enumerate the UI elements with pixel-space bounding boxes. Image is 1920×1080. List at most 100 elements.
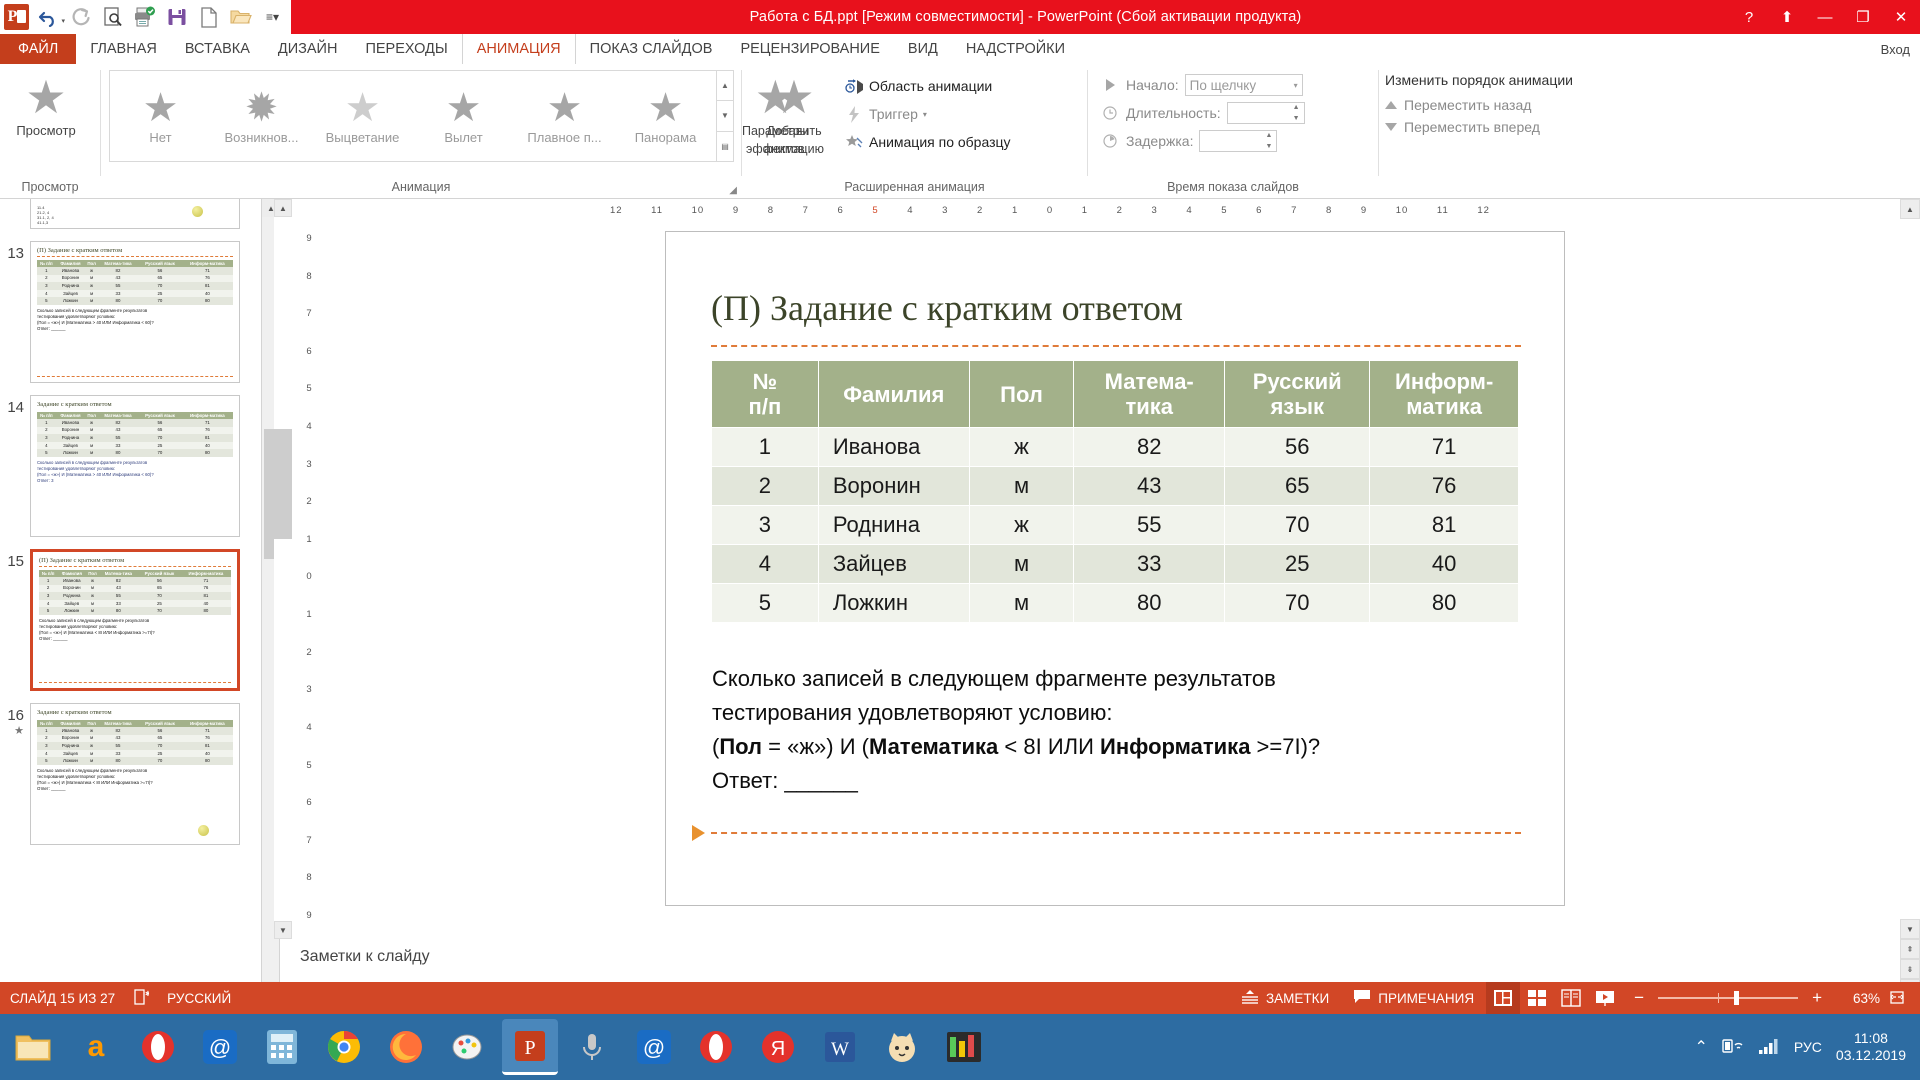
view-reading-button[interactable] bbox=[1554, 982, 1588, 1014]
language-indicator[interactable]: РУССКИЙ bbox=[167, 991, 231, 1006]
system-tray[interactable]: ⌃ РУС 11:08 03.12.2019 bbox=[1694, 1030, 1920, 1064]
chrome-icon[interactable] bbox=[316, 1019, 372, 1075]
print-icon[interactable] bbox=[132, 4, 157, 30]
preview-button[interactable]: ★ Просмотр bbox=[0, 68, 92, 138]
help-button[interactable]: ? bbox=[1730, 0, 1768, 34]
firefox-icon[interactable] bbox=[378, 1019, 434, 1075]
gallery-scroll-up[interactable]: ▲ bbox=[717, 71, 733, 102]
zoom-slider[interactable]: − + bbox=[1622, 988, 1834, 1008]
list-item[interactable]: 13 (П) Задание с кратким ответом № п/п Ф… bbox=[0, 235, 279, 389]
close-button[interactable]: ✕ bbox=[1882, 0, 1920, 34]
scroll-up-button[interactable]: ▲ bbox=[1900, 199, 1920, 219]
duration-field-row[interactable]: Длительность: ▲ ▼ bbox=[1096, 99, 1309, 127]
animation-play-triangle-icon[interactable] bbox=[692, 825, 705, 841]
animation-dialog-launcher[interactable]: ◢ bbox=[729, 185, 737, 196]
tab-review[interactable]: РЕЦЕНЗИРОВАНИЕ bbox=[726, 34, 893, 64]
gallery-scroll-down[interactable]: ▼ bbox=[717, 101, 733, 132]
main-scrollbar[interactable]: ▲ ▼ ⇞ ⇟ ▫ bbox=[1900, 199, 1920, 999]
list-item[interactable]: 11.4 21.2, 4 31.1, 2, 4 41.1,3 bbox=[0, 199, 279, 235]
tab-animations[interactable]: АНИМАЦИЯ bbox=[461, 34, 576, 64]
gallery-scrollbar[interactable]: ▲ ▼ ▤ bbox=[716, 71, 733, 161]
tab-design[interactable]: ДИЗАЙН bbox=[264, 34, 352, 64]
slide-thumbnail-15[interactable]: (П) Задание с кратким ответом № п/п Фамил… bbox=[30, 549, 240, 691]
move-later-button[interactable]: Переместить вперед bbox=[1379, 116, 1609, 138]
animation-appear[interactable]: ✹ Возникнов... bbox=[211, 71, 312, 161]
start-field-row[interactable]: Начало: По щелчку ▾ bbox=[1096, 71, 1309, 99]
tab-file[interactable]: ФАЙЛ bbox=[0, 34, 77, 64]
next-slide-button[interactable]: ⇟ bbox=[1900, 959, 1920, 979]
winamp-icon[interactable] bbox=[936, 1019, 992, 1075]
animation-pane-button[interactable]: Область анимации bbox=[840, 72, 1015, 100]
calculator-icon[interactable] bbox=[254, 1019, 310, 1075]
comments-button[interactable]: ПРИМЕЧАНИЯ bbox=[1341, 982, 1486, 1014]
tab-home[interactable]: ГЛАВНАЯ bbox=[76, 34, 171, 64]
zoom-out-button[interactable]: − bbox=[1630, 988, 1648, 1008]
notes-button[interactable]: ЗАМЕТКИ bbox=[1229, 982, 1341, 1014]
scrollbar-thumb[interactable] bbox=[274, 429, 292, 539]
ribbon-display-options-button[interactable]: ⬆ bbox=[1768, 0, 1806, 34]
slide-question-text[interactable]: Сколько записей в следующем фрагменте ре… bbox=[712, 662, 1512, 798]
undo-icon[interactable]: ▾ bbox=[36, 4, 65, 30]
tab-insert[interactable]: ВСТАВКА bbox=[171, 34, 264, 64]
view-normal-button[interactable] bbox=[1486, 982, 1521, 1014]
slide-title[interactable]: (П) Задание с кратким ответом bbox=[711, 287, 1521, 329]
language-tray[interactable]: РУС bbox=[1794, 1039, 1822, 1055]
slide-thumbnail[interactable]: 11.4 21.2, 4 31.1, 2, 4 41.1,3 bbox=[30, 199, 240, 229]
slide-thumbnail-14[interactable]: Задание с кратким ответом № п/п Фамилия По… bbox=[30, 395, 240, 537]
yandex-icon[interactable]: Я bbox=[750, 1019, 806, 1075]
new-document-icon[interactable] bbox=[196, 4, 221, 30]
animation-gallery[interactable]: ★ Нет ✹ Возникнов... ★ Выцветание ★ Выле… bbox=[109, 70, 734, 162]
delay-spin-arrows[interactable]: ▲ ▼ bbox=[1261, 131, 1276, 151]
view-slide-sorter-button[interactable] bbox=[1520, 982, 1554, 1014]
previous-slide-button[interactable]: ⇞ bbox=[1900, 939, 1920, 959]
save-icon[interactable] bbox=[164, 4, 189, 30]
duration-spin-arrows[interactable]: ▲ ▼ bbox=[1289, 103, 1304, 123]
slide-thumbnail-13[interactable]: (П) Задание с кратким ответом № п/п Фами… bbox=[30, 241, 240, 383]
redo-icon[interactable] bbox=[68, 4, 93, 30]
opera-icon[interactable] bbox=[130, 1019, 186, 1075]
open-folder-icon[interactable] bbox=[228, 4, 253, 30]
slide-counter[interactable]: СЛАЙД 15 ИЗ 27 bbox=[10, 991, 115, 1006]
animation-fade[interactable]: ★ Выцветание bbox=[312, 71, 413, 161]
clock[interactable]: 11:08 03.12.2019 bbox=[1836, 1030, 1906, 1064]
scroll-down-button[interactable]: ▼ bbox=[1900, 919, 1920, 939]
add-animation-button[interactable]: ★ Добавить анимацию bbox=[748, 68, 840, 156]
slide-canvas[interactable]: (П) Задание с кратким ответом № п/п Фами… bbox=[665, 231, 1565, 906]
paint-icon[interactable] bbox=[440, 1019, 496, 1075]
powerpoint-icon[interactable]: P bbox=[502, 1019, 558, 1075]
splitter-scrollbar[interactable]: ▲ ▼ bbox=[274, 199, 294, 939]
zoom-knob[interactable] bbox=[1734, 991, 1740, 1005]
mail-at-icon[interactable]: @ bbox=[192, 1019, 248, 1075]
slide-thumbnail-16[interactable]: Задание с кратким ответом № п/п Фамилия По… bbox=[30, 703, 240, 845]
animation-none[interactable]: ★ Нет bbox=[110, 71, 211, 161]
tab-slideshow[interactable]: ПОКАЗ СЛАЙДОВ bbox=[576, 34, 727, 64]
tab-transitions[interactable]: ПЕРЕХОДЫ bbox=[351, 34, 461, 64]
view-slideshow-button[interactable] bbox=[1588, 982, 1622, 1014]
fit-to-window-button[interactable] bbox=[1880, 982, 1914, 1014]
taskbar[interactable]: a @ P @ Я W ⌃ РУС 11:08 03.12.2019 bbox=[0, 1014, 1920, 1080]
opera2-icon[interactable] bbox=[688, 1019, 744, 1075]
duration-spinner[interactable]: ▲ ▼ bbox=[1226, 102, 1305, 124]
signal-icon[interactable] bbox=[1758, 1037, 1780, 1058]
minimize-button[interactable]: — bbox=[1806, 0, 1844, 34]
delay-field-row[interactable]: Задержка: ▲ ▼ bbox=[1096, 127, 1309, 155]
start-combobox[interactable]: По щелчку ▾ bbox=[1184, 74, 1303, 96]
login-link[interactable]: Вход bbox=[1871, 34, 1920, 64]
tab-view[interactable]: ВИД bbox=[894, 34, 952, 64]
scroll-down-button[interactable]: ▼ bbox=[274, 921, 292, 939]
cat-icon[interactable] bbox=[874, 1019, 930, 1075]
zoom-track[interactable] bbox=[1658, 991, 1799, 1005]
animation-floatin[interactable]: ★ Плавное п... bbox=[514, 71, 615, 161]
animation-painter-button[interactable]: Анимация по образцу bbox=[840, 128, 1015, 156]
animation-split[interactable]: ★ Панорама bbox=[615, 71, 716, 161]
zoom-level[interactable]: 63% bbox=[1834, 991, 1880, 1006]
trigger-button[interactable]: Триггер ▾ bbox=[840, 100, 1015, 128]
move-earlier-button[interactable]: Переместить назад bbox=[1379, 94, 1609, 116]
list-item[interactable]: 16 ★ Задание с кратким ответом № п/п Фами… bbox=[0, 697, 279, 851]
spellcheck-icon[interactable]: ✱ bbox=[133, 988, 151, 1008]
show-hidden-icons-button[interactable]: ⌃ bbox=[1694, 1037, 1707, 1057]
microphone-icon[interactable] bbox=[564, 1019, 620, 1075]
ribbon-tabs[interactable]: ФАЙЛ ГЛАВНАЯ ВСТАВКА ДИЗАЙН ПЕРЕХОДЫ АНИ… bbox=[0, 34, 1920, 64]
list-item[interactable]: 14 Задание с кратким ответом № п/п Фамили… bbox=[0, 389, 279, 543]
list-item-selected[interactable]: 15 (П) Задание с кратким ответом № п/п Фа… bbox=[0, 543, 279, 697]
